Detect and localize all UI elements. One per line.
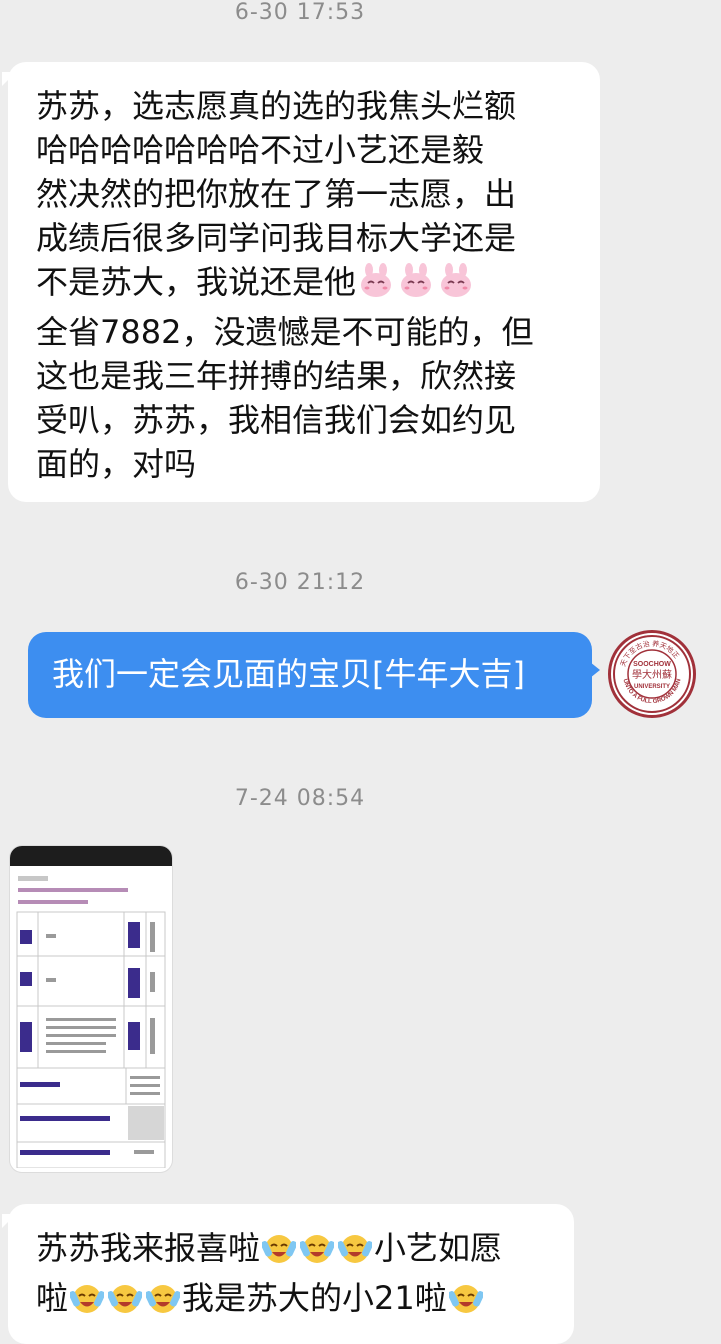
bunny-emoji-icon	[358, 263, 394, 310]
message-line: 这也是我三年拼搏的结果，欣然接	[36, 357, 517, 395]
message-text: 我是苏大的小21啦	[182, 1279, 447, 1317]
crying-laughing-emoji-icon	[260, 1231, 298, 1276]
incoming-message-bubble[interactable]: 苏苏，选志愿真的选的我焦头烂额 哈哈哈哈哈哈哈不过小艺还是毅 然决然的把你放在了…	[2, 62, 600, 502]
timestamp: 7-24 08:54	[234, 786, 366, 811]
document-header-bar	[10, 846, 172, 866]
crying-laughing-emoji-icon	[144, 1281, 182, 1326]
incoming-message-bubble[interactable]: 苏苏我来报喜啦 小艺如愿 啦 我是苏大的小21啦	[2, 1204, 574, 1344]
message-text: 啦	[36, 1279, 69, 1317]
message-line: 然决然的把你放在了第一志愿，出	[36, 175, 517, 213]
crying-laughing-emoji-icon	[298, 1231, 336, 1276]
message-text: 小艺如愿	[374, 1229, 503, 1267]
seal-center-top-text: SOOCHOW	[633, 661, 671, 668]
bunny-emoji-icon	[438, 263, 474, 310]
message-line: 苏苏，选志愿真的选的我焦头烂额	[36, 87, 517, 125]
message-text: 不是苏大，我说还是他	[36, 263, 357, 301]
message-line-with-emoji: 不是苏大，我说还是他	[36, 260, 576, 310]
bunny-emoji-icon	[398, 263, 434, 310]
university-seal-icon: 天下至古治 养天地正 UNTO A FULL GROWN MAN SOOCHOW…	[613, 635, 691, 713]
crying-laughing-emoji-icon	[68, 1281, 106, 1326]
message-line: 受叭，苏苏，我相信我们会如约见	[36, 401, 517, 439]
user-avatar[interactable]: 天下至古治 养天地正 UNTO A FULL GROWN MAN SOOCHOW…	[608, 630, 696, 718]
crying-laughing-emoji-icon	[336, 1231, 374, 1276]
timestamp: 6-30 21:12	[234, 570, 366, 595]
document-preview	[10, 866, 172, 1172]
timestamp: 6-30 17:53	[234, 0, 366, 25]
seal-center-bottom-text: UNIVERSITY	[634, 684, 670, 690]
seal-center-mid-text: 學大州蘇	[632, 668, 672, 681]
image-message[interactable]	[10, 846, 172, 1172]
crying-laughing-emoji-icon	[447, 1281, 484, 1326]
message-text: 我们一定会见面的宝贝[牛年大吉]	[52, 655, 525, 693]
crying-laughing-emoji-icon	[106, 1281, 144, 1326]
message-line: 成绩后很多同学问我目标大学还是	[36, 219, 517, 257]
message-line: 哈哈哈哈哈哈哈不过小艺还是毅	[36, 131, 485, 169]
message-line-with-emoji: 啦 我是苏大的小21啦	[36, 1276, 550, 1326]
message-line: 面的，对吗	[36, 445, 197, 483]
document-table-preview	[16, 876, 166, 1169]
message-line: 全省7882，没遗憾是不可能的，但	[36, 313, 534, 351]
outgoing-message-bubble[interactable]: 我们一定会见面的宝贝[牛年大吉]	[28, 632, 600, 718]
message-text: 苏苏我来报喜啦	[36, 1229, 261, 1267]
message-line-with-emoji: 苏苏我来报喜啦 小艺如愿	[36, 1226, 550, 1276]
